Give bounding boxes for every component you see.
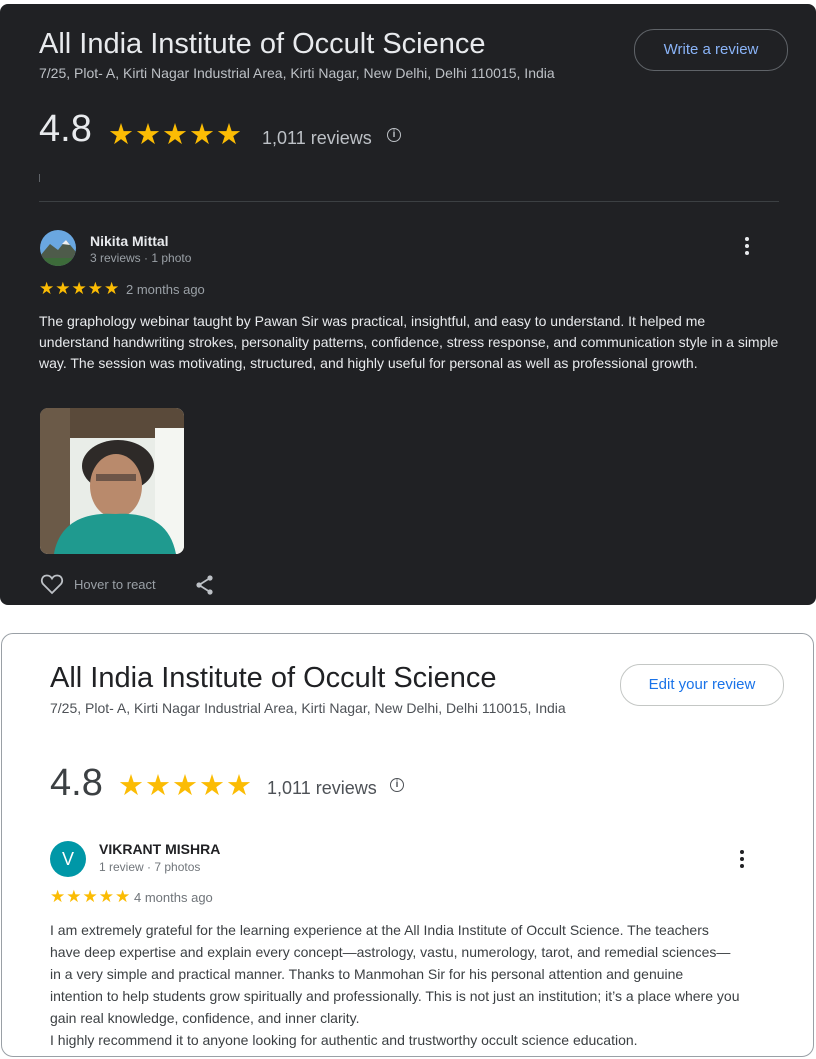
more-vert-icon[interactable] — [740, 850, 746, 871]
place-title: All India Institute of Occult Science — [39, 28, 486, 60]
review-text: The graphology webinar taught by Pawan S… — [39, 313, 779, 371]
rating-stars: ★★★★★ — [118, 770, 253, 802]
review-text-paragraph: I am extremely grateful for the learning… — [50, 922, 740, 1026]
react-label[interactable]: Hover to react — [74, 577, 156, 592]
place-title: All India Institute of Occult Science — [50, 662, 497, 694]
light-place-card: All India Institute of Occult Science 7/… — [1, 633, 814, 1057]
rating-value: 4.8 — [50, 762, 103, 804]
review-photo[interactable] — [40, 408, 184, 554]
reviewer-meta: 1 review · 7 photos — [99, 860, 201, 874]
info-icon[interactable]: i — [387, 128, 401, 142]
rating-value: 4.8 — [39, 108, 92, 150]
tick-mark — [39, 174, 40, 182]
review-stars: ★★★★★ — [50, 887, 132, 906]
reviewer-avatar[interactable] — [40, 230, 76, 266]
review-stars: ★★★★★ — [39, 279, 121, 298]
heart-icon[interactable] — [40, 573, 64, 600]
rating-stars: ★★★★★ — [108, 119, 243, 151]
reviewer-name[interactable]: VIKRANT MISHRA — [99, 841, 220, 857]
review-text-paragraph: I highly recommend it to anyone looking … — [50, 1032, 638, 1048]
review-time: 4 months ago — [134, 890, 213, 905]
edit-review-button[interactable]: Edit your review — [620, 664, 784, 706]
reviewer-meta: 3 reviews · 1 photo — [90, 251, 192, 265]
more-vert-icon[interactable] — [745, 237, 751, 258]
place-address: 7/25, Plot- A, Kirti Nagar Industrial Ar… — [50, 700, 566, 716]
info-icon[interactable]: i — [390, 778, 404, 792]
review-text: I am extremely grateful for the learning… — [50, 919, 740, 1051]
dark-place-card: All India Institute of Occult Science 7/… — [0, 4, 816, 605]
reviews-count-link[interactable]: 1,011 reviews — [262, 128, 372, 149]
divider — [39, 201, 779, 202]
place-address: 7/25, Plot- A, Kirti Nagar Industrial Ar… — [39, 65, 555, 81]
reviewer-name[interactable]: Nikita Mittal — [90, 233, 169, 249]
write-review-button[interactable]: Write a review — [634, 29, 788, 71]
review-time: 2 months ago — [126, 282, 205, 297]
share-icon[interactable] — [194, 574, 216, 601]
reviewer-avatar[interactable]: V — [50, 841, 86, 877]
reviews-count-link[interactable]: 1,011 reviews — [267, 778, 377, 799]
